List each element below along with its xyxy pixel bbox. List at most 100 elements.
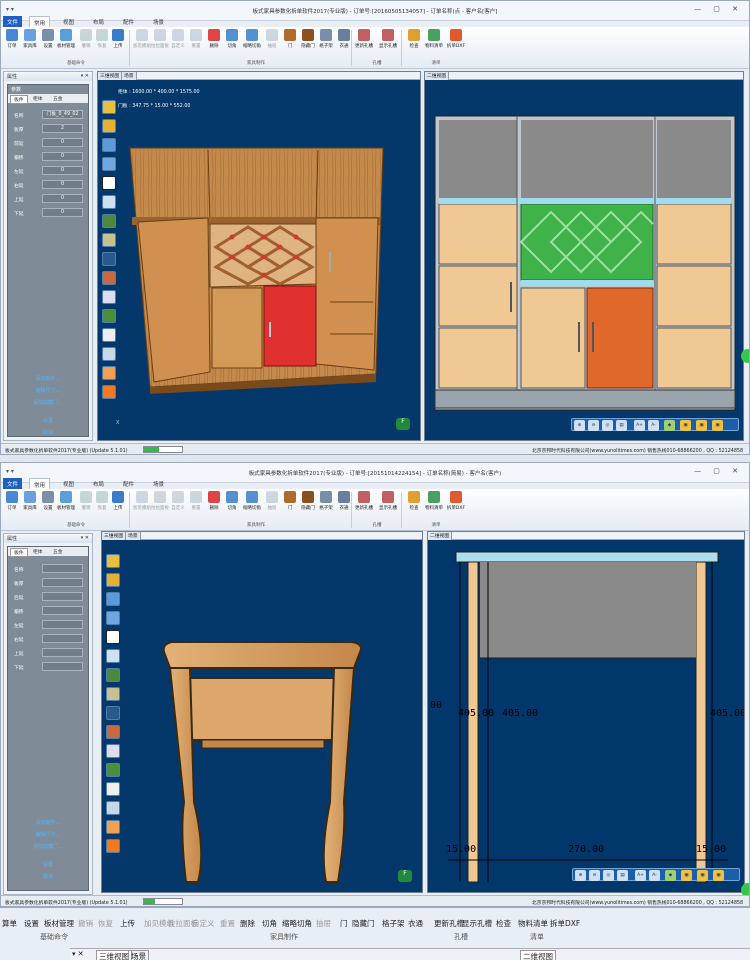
material-list-button[interactable]: 物料清单 xyxy=(518,918,548,929)
update-holes-button[interactable]: 更新孔槽 xyxy=(355,29,373,49)
export-dxf-button[interactable]: 拆单DXF xyxy=(550,918,580,929)
param-value[interactable]: 2 xyxy=(42,124,83,133)
custom-button[interactable]: 自定义 xyxy=(192,918,215,929)
show-holes-button[interactable]: 显示孔槽 xyxy=(379,29,397,49)
print-icon[interactable]: ▤ xyxy=(616,420,627,431)
window-controls[interactable]: — ▢ ✕ xyxy=(694,5,743,13)
show-holes-button[interactable]: 显示孔槽 xyxy=(379,491,397,511)
board-manage-button[interactable]: 板材管理 xyxy=(44,918,74,929)
tab-fittings[interactable]: 配件 xyxy=(119,16,138,27)
upload-button[interactable]: 上传 xyxy=(109,29,127,49)
font-up-icon[interactable]: A+ xyxy=(634,420,645,431)
check-button[interactable]: 检查 xyxy=(496,918,511,929)
zoom-fit-icon[interactable]: ◎ xyxy=(602,420,613,431)
compass-icon[interactable]: F xyxy=(396,418,410,430)
lock-icon[interactable]: ▣ xyxy=(680,420,691,431)
shrink-chamfer-button[interactable]: 缩略切角 xyxy=(282,918,312,929)
tab-scene[interactable]: 场景 xyxy=(149,16,168,27)
param-value[interactable] xyxy=(42,564,83,573)
order-button[interactable]: 算单 xyxy=(2,918,17,929)
redo-button[interactable]: 恢复 xyxy=(98,918,113,929)
zoom-in-icon[interactable]: ⊕ xyxy=(575,870,586,881)
upload-button[interactable]: 上传 xyxy=(109,491,127,511)
edit-size-link[interactable]: 编辑尺寸... xyxy=(8,831,88,838)
zoom-in-icon[interactable]: ⊕ xyxy=(574,420,585,431)
tab-file[interactable]: 文件 xyxy=(3,16,23,27)
param-value[interactable] xyxy=(42,648,83,657)
view-3d[interactable]: 三维视图 场景 F xyxy=(101,531,423,893)
show-holes-button[interactable]: 显示孔槽 xyxy=(462,918,492,929)
lock-icon[interactable]: ▣ xyxy=(681,870,692,881)
tab-home[interactable]: 常用 xyxy=(29,478,51,489)
tab-fittings[interactable]: 配件 xyxy=(119,478,138,489)
door-button[interactable]: 门 xyxy=(340,918,348,929)
tab-layout[interactable]: 布局 xyxy=(89,478,108,489)
add-hidden-door-link[interactable]: 添加隐藏门... xyxy=(8,843,88,850)
ptab-board[interactable]: 板件 xyxy=(10,95,28,104)
add-board-link[interactable]: 添加板件... xyxy=(8,819,88,826)
ptab-cabinet[interactable]: 柜体 xyxy=(30,548,46,555)
view-2d[interactable]: 二维视图 ⊕ ⊖ ◎ ▤ A+ A- ◆ ▣ ▣ ▣ xyxy=(424,71,744,441)
param-value[interactable] xyxy=(42,592,83,601)
undo-button[interactable]: 撤销 xyxy=(78,918,93,929)
param-value[interactable]: 0 xyxy=(42,152,83,161)
tag-icon[interactable]: ◆ xyxy=(664,420,675,431)
view-2d[interactable]: 二维视图 00 405.00 405.00 405.00 15.00 270.0… xyxy=(427,531,745,893)
ptab-hardware[interactable]: 五金 xyxy=(50,95,66,102)
pin-icon[interactable]: ▾ ✕ xyxy=(81,535,89,541)
tab-file[interactable]: 文件 xyxy=(3,478,23,489)
lock-icon[interactable]: ▣ xyxy=(713,870,724,881)
tab-3d-view[interactable]: 三维视图 xyxy=(96,950,132,960)
cancel-link[interactable]: 取消 xyxy=(8,873,88,880)
pin-icon[interactable]: ▾ ✕ xyxy=(81,73,89,79)
settings-button[interactable]: 设置 xyxy=(24,918,39,929)
tab-view[interactable]: 视图 xyxy=(59,16,78,27)
ptab-board[interactable]: 板件 xyxy=(10,548,28,557)
hidden-door-button[interactable]: 隐藏门 xyxy=(352,918,375,929)
export-dxf-button[interactable]: 拆单DXF xyxy=(447,29,465,49)
param-value[interactable] xyxy=(42,662,83,671)
reset-button[interactable]: 重置 xyxy=(220,918,235,929)
add-hidden-door-link[interactable]: 添加隐藏门... xyxy=(8,399,88,406)
delete-button[interactable]: 删除 xyxy=(240,918,255,929)
lock-icon[interactable]: ▣ xyxy=(696,420,707,431)
lock-icon[interactable]: ▣ xyxy=(712,420,723,431)
upload-button[interactable]: 上传 xyxy=(120,918,135,929)
update-holes-button[interactable]: 更新孔槽 xyxy=(355,491,373,511)
font-down-icon[interactable]: A- xyxy=(649,870,660,881)
param-value[interactable]: 0 xyxy=(42,208,83,217)
export-dxf-button[interactable]: 拆单DXF xyxy=(447,491,465,511)
side-handle-icon[interactable] xyxy=(741,349,749,363)
settings-link[interactable]: 设置 xyxy=(8,861,88,868)
param-value[interactable]: 0 xyxy=(42,166,83,175)
font-up-icon[interactable]: A+ xyxy=(635,870,646,881)
tab-layout[interactable]: 布局 xyxy=(89,16,108,27)
settings-link[interactable]: 设置 xyxy=(8,417,88,424)
print-icon[interactable]: ▤ xyxy=(617,870,628,881)
add-board-link[interactable]: 添加板件... xyxy=(8,375,88,382)
update-holes-button[interactable]: 更新孔槽 xyxy=(434,918,464,929)
view-3d[interactable]: 三维视图 场景 柜体 : 1600.00 * 400.00 * 1575.00 … xyxy=(97,71,421,441)
param-value[interactable] xyxy=(42,620,83,629)
cancel-link[interactable]: 取消 xyxy=(8,429,88,436)
tab-view[interactable]: 视图 xyxy=(59,478,78,489)
param-value[interactable] xyxy=(42,634,83,643)
param-value[interactable]: 门板_0_49_02 xyxy=(42,110,83,119)
hanging-rod-button[interactable]: 衣通 xyxy=(408,918,423,929)
font-down-icon[interactable]: A- xyxy=(648,420,659,431)
tag-icon[interactable]: ◆ xyxy=(665,870,676,881)
param-value[interactable]: 0 xyxy=(42,138,83,147)
tab-2d-view[interactable]: 二维视图 xyxy=(520,950,556,960)
param-value[interactable]: 0 xyxy=(42,180,83,189)
edit-size-link[interactable]: 编辑尺寸... xyxy=(8,387,88,394)
drawer-button[interactable]: 抽屉 xyxy=(316,918,331,929)
ptab-cabinet[interactable]: 柜体 xyxy=(30,95,46,102)
pin-icon[interactable]: ▾ ✕ xyxy=(72,950,84,958)
zoom-out-icon[interactable]: ⊖ xyxy=(588,420,599,431)
zoom-fit-icon[interactable]: ◎ xyxy=(603,870,614,881)
chamfer-button[interactable]: 切角 xyxy=(262,918,277,929)
param-value[interactable] xyxy=(42,578,83,587)
lock-icon[interactable]: ▣ xyxy=(697,870,708,881)
param-value[interactable]: 0 xyxy=(42,194,83,203)
window-controls[interactable]: — ▢ ✕ xyxy=(694,467,743,475)
